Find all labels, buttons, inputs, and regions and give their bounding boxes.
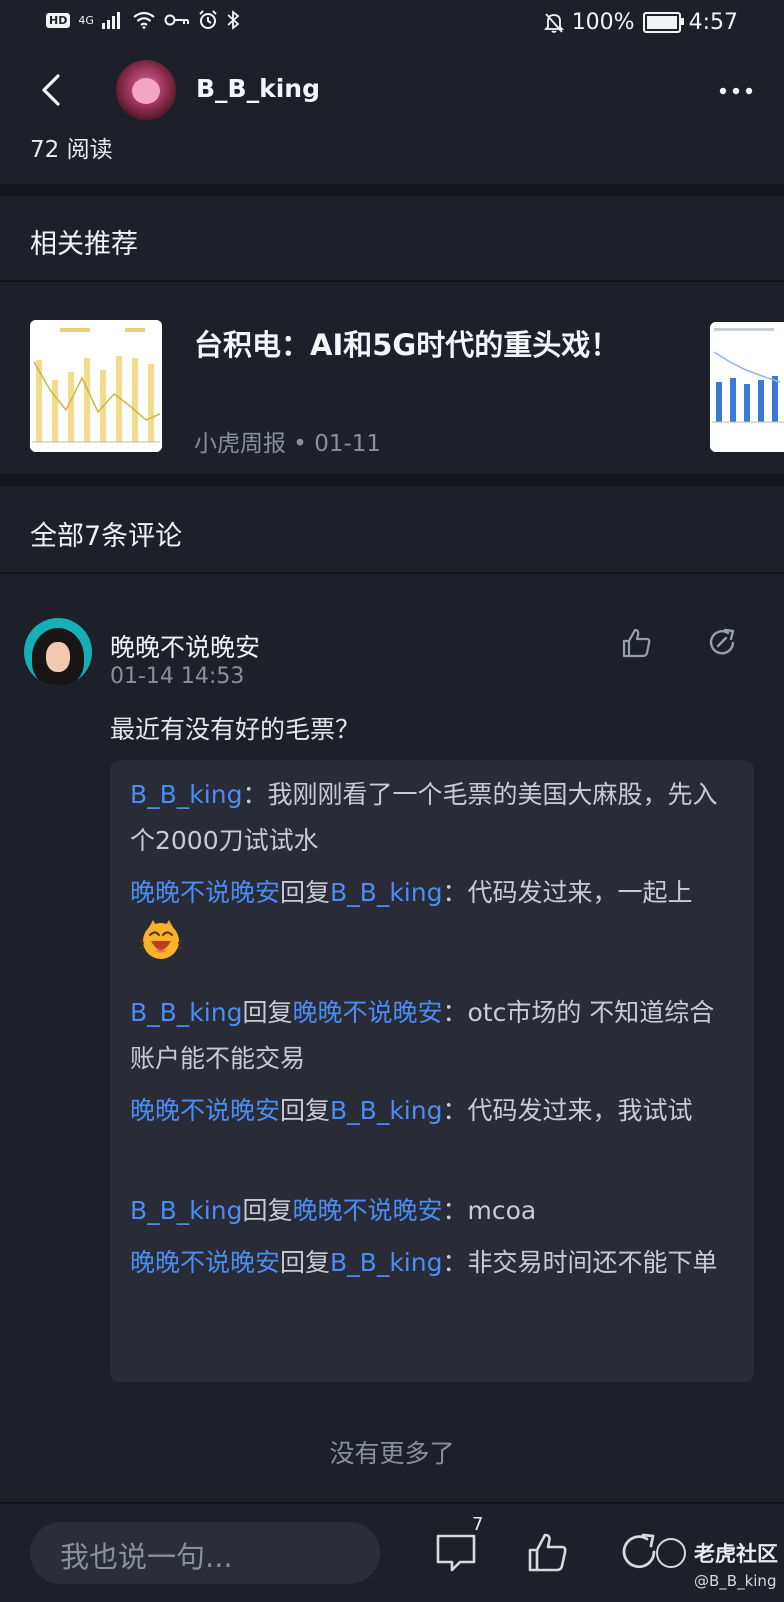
- mute-icon: [543, 12, 564, 33]
- reply-item[interactable]: B_B_king回复晚晚不说晚安：otc市场的 不知道综合账户能不能交易: [130, 990, 736, 1082]
- reply-user[interactable]: 晚晚不说晚安: [130, 1248, 280, 1277]
- comments-section-title: 全部7条评论: [30, 521, 183, 552]
- clock: 4:57: [688, 10, 738, 35]
- divider: [0, 280, 784, 282]
- reply-user[interactable]: 晚晚不说晚安: [130, 1096, 280, 1125]
- reply-text: 非交易时间还不能下单: [467, 1248, 718, 1277]
- comment-text: 最近有没有好的毛票？: [110, 715, 361, 744]
- comment-icon[interactable]: [434, 1530, 478, 1574]
- commenter-name[interactable]: 晚晚不说晚安: [110, 628, 260, 664]
- reply-text: 代码发过来，我试试: [467, 1096, 693, 1125]
- reply-user[interactable]: B_B_king: [130, 998, 242, 1027]
- author-name[interactable]: B_B_king: [196, 74, 320, 103]
- comment-input-placeholder[interactable]: 我也说一句...: [60, 1534, 233, 1576]
- watermark-handle: @B_B_king: [694, 1572, 777, 1590]
- reply-verb: 回复: [242, 1196, 293, 1225]
- recommend-thumbnail[interactable]: [30, 320, 162, 452]
- recommend-thumbnail-next[interactable]: [710, 322, 784, 452]
- reply-separator: ：: [442, 998, 468, 1027]
- recommend-meta: 小虎周报 • 01-11: [194, 431, 382, 457]
- key-icon: [164, 14, 189, 26]
- reply-item[interactable]: 晚晚不说晚安回复B_B_king：非交易时间还不能下单: [130, 1240, 736, 1286]
- back-arrow-icon[interactable]: [36, 72, 72, 108]
- commenter-avatar[interactable]: [24, 618, 92, 686]
- reply-target[interactable]: B_B_king: [330, 1096, 442, 1125]
- reply-user[interactable]: B_B_king: [130, 1196, 242, 1225]
- reply-target[interactable]: B_B_king: [330, 878, 442, 907]
- read-count: 72 阅读: [30, 137, 113, 163]
- related-section-title: 相关推荐: [30, 229, 138, 260]
- comment-time: 01-14 14:53: [110, 664, 245, 689]
- share-icon[interactable]: [706, 626, 740, 660]
- network-type: 4G: [78, 13, 94, 27]
- reply-item[interactable]: B_B_king回复晚晚不说晚安：mcoa: [130, 1188, 736, 1234]
- reply-verb: 回复: [242, 998, 293, 1027]
- reply-target[interactable]: B_B_king: [330, 1248, 442, 1277]
- reply-verb: 回复: [280, 878, 331, 907]
- battery-percent: 100%: [571, 10, 635, 35]
- reply-item[interactable]: B_B_king：我刚刚看了一个毛票的美国大麻股，先入个2000刀试试水: [130, 772, 736, 864]
- reply-user[interactable]: 晚晚不说晚安: [130, 878, 280, 907]
- reply-item[interactable]: 晚晚不说晚安回复B_B_king：代码发过来，一起上: [130, 870, 736, 963]
- recommend-title[interactable]: 台积电：AI和5G时代的重头戏！: [194, 322, 619, 364]
- reply-text: 代码发过来，一起上: [467, 878, 693, 907]
- author-avatar[interactable]: [116, 60, 176, 120]
- wifi-icon: [133, 11, 155, 29]
- thumbs-up-icon[interactable]: [526, 1530, 570, 1574]
- bluetooth-icon: [227, 10, 240, 30]
- section-divider: [0, 474, 784, 486]
- reply-item[interactable]: 晚晚不说晚安回复B_B_king：代码发过来，我试试: [130, 1088, 736, 1134]
- comment-count: 7: [472, 1514, 484, 1535]
- reply-separator: ：: [242, 780, 268, 809]
- laughing-tiger-emoji-icon: [139, 920, 183, 959]
- reply-verb: 回复: [280, 1248, 331, 1277]
- no-more-label: 没有更多了: [329, 1439, 455, 1468]
- watermark-brand: 老虎社区: [694, 1542, 778, 1566]
- status-right: 100% 4:57: [543, 10, 738, 35]
- reply-separator: ：: [442, 1248, 468, 1277]
- status-bar: HD 4G 100% 4:57: [0, 0, 784, 48]
- reply-target[interactable]: 晚晚不说晚安: [292, 998, 442, 1027]
- tiger-logo-icon: [656, 1538, 686, 1568]
- thumbnail-chart-image: [30, 320, 162, 452]
- battery-icon: [642, 12, 684, 33]
- divider: [0, 572, 784, 574]
- status-left: HD 4G: [46, 10, 240, 30]
- reply-separator: ：: [442, 1096, 468, 1125]
- signal-icon: [101, 12, 120, 29]
- reply-user[interactable]: B_B_king: [130, 780, 242, 809]
- reply-separator: ：: [442, 878, 468, 907]
- section-divider: [0, 184, 784, 196]
- more-options-icon[interactable]: [718, 86, 754, 96]
- watermark: 老虎社区: [656, 1538, 778, 1568]
- reply-verb: 回复: [280, 1096, 331, 1125]
- alarm-icon: [199, 10, 217, 29]
- thumbs-up-icon[interactable]: [620, 626, 654, 660]
- hd-badge: HD: [46, 12, 71, 28]
- reply-text: mcoa: [467, 1196, 537, 1225]
- thumbnail-chart-image: [710, 322, 784, 452]
- reply-separator: ：: [442, 1196, 468, 1225]
- reply-target[interactable]: 晚晚不说晚安: [292, 1196, 442, 1225]
